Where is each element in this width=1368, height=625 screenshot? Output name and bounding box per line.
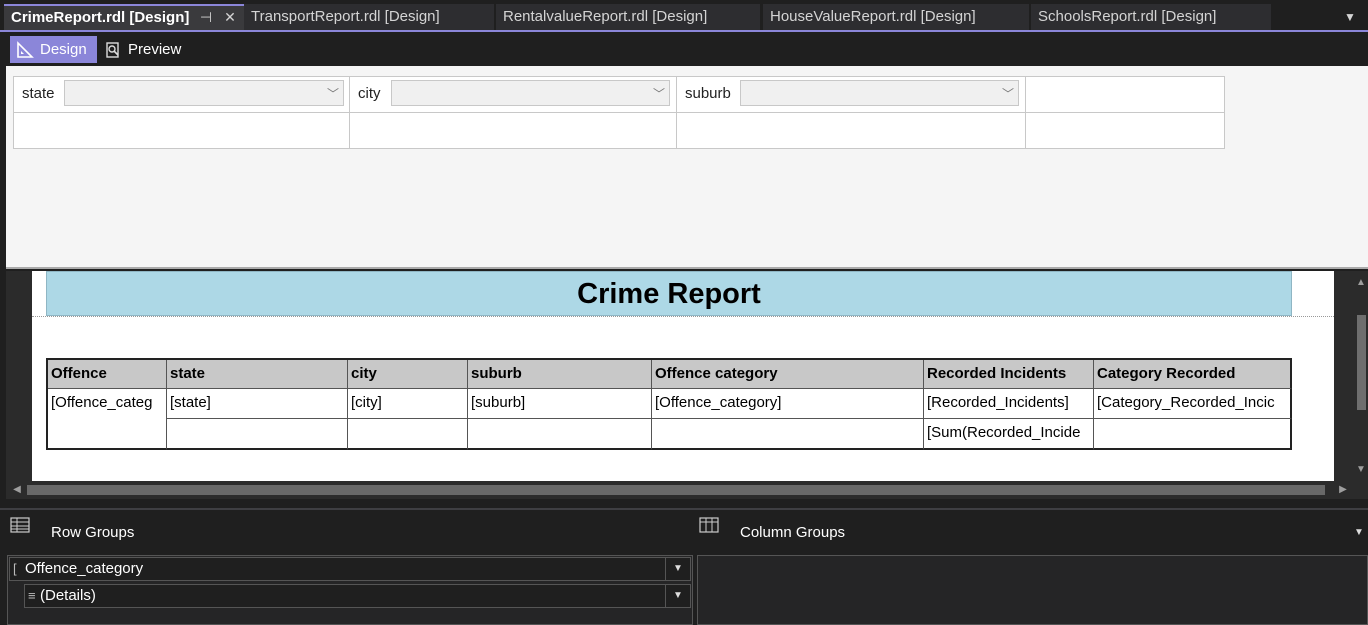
preview-button[interactable]: Preview (98, 36, 188, 63)
row-groups-title: Row Groups (51, 524, 135, 541)
tab-schools-report[interactable]: SchoolsReport.rdl [Design] (1031, 4, 1271, 30)
parameter-label-suburb: suburb (685, 85, 731, 102)
table-cell[interactable]: [suburb] (468, 389, 652, 419)
parameter-label-state: state (22, 85, 55, 102)
state-dropdown[interactable]: ﹀ (64, 80, 344, 106)
scroll-up-icon[interactable]: ▲ (1354, 277, 1368, 289)
table-header-cell[interactable]: state (167, 360, 348, 389)
table-cell[interactable]: [Category_Recorded_Incic (1094, 389, 1292, 419)
table-cell[interactable]: [city] (348, 389, 468, 419)
column-groups-grid-icon (699, 517, 719, 533)
table-cell[interactable]: [Offence_category] (652, 389, 924, 419)
table-cell[interactable]: [Offence_categ (48, 389, 167, 450)
parameter-cell-empty (676, 112, 1026, 149)
vertical-scroll-thumb[interactable] (1357, 315, 1366, 410)
city-dropdown[interactable]: ﹀ (391, 80, 670, 106)
suburb-dropdown[interactable]: ﹀ (740, 80, 1019, 106)
pane-menu-chevron-icon[interactable]: ▼ (1354, 527, 1364, 538)
tab-housevalue-report[interactable]: HouseValueReport.rdl [Design] (763, 4, 1029, 30)
parameter-cell-empty (1025, 112, 1225, 149)
tab-label: SchoolsReport.rdl [Design] (1038, 8, 1217, 25)
table-cell[interactable] (1094, 419, 1292, 450)
tab-overflow-chevron-icon[interactable]: ▼ (1343, 10, 1357, 24)
row-group-offence-category[interactable]: [ Offence_category ▼ (9, 557, 691, 581)
parameter-cell-empty (13, 112, 350, 149)
scroll-down-icon[interactable]: ▼ (1354, 464, 1368, 476)
tab-label: RentalvalueReport.rdl [Design] (503, 8, 708, 25)
design-button[interactable]: Design (10, 36, 97, 63)
row-groups-grid-icon (10, 517, 30, 533)
parameter-label-city: city (358, 85, 381, 102)
page-header-divider (32, 316, 1334, 317)
dropdown-arrow-icon[interactable]: ▼ (665, 558, 690, 580)
preview-label: Preview (128, 41, 182, 58)
row-group-label: Offence_category (25, 560, 144, 577)
table-header-cell[interactable]: suburb (468, 360, 652, 389)
table-cell[interactable] (468, 419, 652, 450)
scroll-left-icon[interactable]: ◀ (10, 484, 24, 496)
tab-label: HouseValueReport.rdl [Design] (770, 8, 976, 25)
parameter-cell-empty (349, 112, 677, 149)
table-cell[interactable]: [Sum(Recorded_Incide (924, 419, 1094, 450)
horizontal-scroll-thumb[interactable] (27, 485, 1325, 495)
tab-rentalvalue-report[interactable]: RentalvalueReport.rdl [Design] (496, 4, 760, 30)
row-group-label: (Details) (40, 587, 96, 604)
row-group-details[interactable]: ≡ (Details) ▼ (24, 584, 691, 608)
table-header-cell[interactable]: Category Recorded (1094, 360, 1292, 389)
table-header-cell[interactable]: Offence (48, 360, 167, 389)
report-title: Crime Report (577, 278, 761, 310)
chevron-down-icon: ﹀ (1001, 87, 1014, 101)
table-cell[interactable]: [state] (167, 389, 348, 419)
table-cell[interactable] (348, 419, 468, 450)
table-header-cell[interactable]: city (348, 360, 468, 389)
column-groups-title: Column Groups (740, 524, 846, 541)
chevron-down-icon: ﹀ (652, 87, 665, 101)
scroll-right-icon[interactable]: ▶ (1336, 484, 1350, 496)
table-cell[interactable]: [Recorded_Incidents] (924, 389, 1094, 419)
details-lines-icon: ≡ (28, 588, 36, 603)
table-cell[interactable] (167, 419, 348, 450)
tab-transport-report[interactable]: TransportReport.rdl [Design] (244, 4, 494, 30)
tab-label: TransportReport.rdl [Design] (251, 8, 440, 25)
dropdown-arrow-icon[interactable]: ▼ (665, 585, 690, 607)
view-toolbar (0, 34, 1368, 66)
design-label: Design (40, 41, 87, 58)
group-bracket-icon: [ (13, 561, 17, 576)
pin-icon[interactable]: ⊣ (197, 8, 215, 26)
tab-label: CrimeReport.rdl [Design] (11, 9, 190, 26)
chevron-down-icon: ﹀ (326, 87, 339, 101)
column-groups-list (697, 555, 1368, 625)
magnifier-page-icon (106, 42, 119, 58)
table-header-cell[interactable]: Offence category (652, 360, 924, 389)
ruler-triangle-icon (17, 41, 34, 58)
table-header-cell[interactable]: Recorded Incidents (924, 360, 1094, 389)
close-icon[interactable]: ✕ (221, 8, 239, 26)
table-cell[interactable] (652, 419, 924, 450)
parameter-cell-empty (1025, 76, 1225, 113)
